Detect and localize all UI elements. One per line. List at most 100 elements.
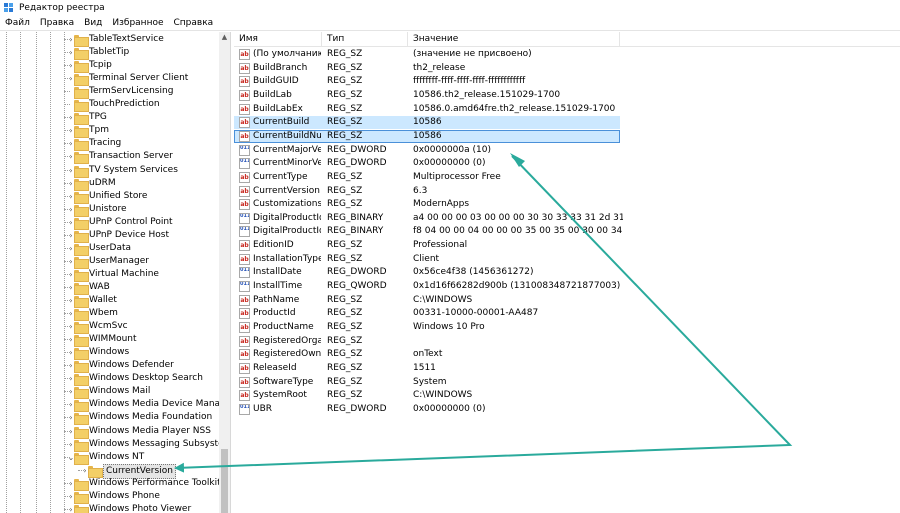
- tree-item[interactable]: › Tracing: [0, 137, 218, 152]
- tree-item[interactable]: › Windows Media Player NSS: [0, 425, 218, 439]
- tree-item[interactable]: › Terminal Server Client: [0, 72, 218, 87]
- tree-item[interactable]: › Windows Media Foundation: [0, 411, 218, 426]
- tree-item[interactable]: › TabletTip: [0, 46, 218, 61]
- tree-item[interactable]: › TV System Services: [0, 164, 218, 178]
- tree-item-currentversion[interactable]: › CurrentVersion: [0, 463, 218, 479]
- folder-icon: [74, 35, 89, 47]
- menu-item[interactable]: Справка: [169, 17, 219, 30]
- tree-item[interactable]: › Transaction Server: [0, 150, 218, 165]
- tree-item[interactable]: › TableTextService: [0, 33, 218, 47]
- value-row[interactable]: 0110UBR REG_DWORD 0x00000000 (0): [234, 403, 620, 416]
- menu-item[interactable]: Избранное: [107, 17, 168, 30]
- tree-scrollbar[interactable]: ▲: [219, 32, 230, 513]
- tree-item[interactable]: › TPG: [0, 111, 218, 126]
- tree-item-label: Windows Media Player NSS: [89, 425, 211, 436]
- tree-item-label: Windows NT: [89, 451, 145, 462]
- menu-item[interactable]: Правка: [35, 17, 79, 30]
- value-name-cell: CurrentBuildNu...: [253, 130, 321, 141]
- menu-item[interactable]: Файл: [0, 17, 35, 30]
- value-row[interactable]: ab BuildBranch REG_SZ th2_release: [234, 62, 620, 75]
- tree-item[interactable]: › WcmSvc: [0, 320, 218, 335]
- tree-item[interactable]: › Tpm: [0, 124, 218, 139]
- value-row[interactable]: ab BuildLabEx REG_SZ 10586.0.amd64fre.th2_r…: [234, 103, 620, 116]
- tree-item[interactable]: TouchPrediction: [0, 98, 218, 113]
- tree-item[interactable]: › WAB: [0, 281, 218, 295]
- value-row[interactable]: 0110CurrentMinorVe... REG_DWORD 0x00000000…: [234, 157, 620, 170]
- value-row[interactable]: abCurrentBuildNu... REG_SZ 10586: [234, 129, 620, 143]
- value-row[interactable]: ab CurrentType REG_SZ Multiprocessor Free: [234, 171, 620, 184]
- value-row[interactable]: ab BuildLab REG_SZ 10586.th2_release.151029…: [234, 89, 620, 102]
- value-row[interactable]: ab ProductName REG_SZ Windows 10 Pro: [234, 321, 620, 334]
- value-type-cell: REG_SZ: [327, 376, 363, 387]
- value-row[interactable]: ab CurrentBuild REG_SZ 10586: [234, 116, 620, 130]
- column-header-type[interactable]: Тип: [322, 32, 408, 47]
- value-row[interactable]: ab SystemRoot REG_SZ C:\WINDOWS: [234, 389, 620, 402]
- folder-icon: [74, 400, 89, 413]
- value-row[interactable]: ab ProductId REG_SZ 00331-10000-00001-AA487: [234, 307, 620, 320]
- value-row[interactable]: ab SoftwareType REG_SZ System: [234, 376, 620, 389]
- scroll-up-arrow-icon[interactable]: ▲: [219, 32, 230, 43]
- value-name-cell: PathName: [253, 294, 300, 305]
- value-row[interactable]: ab EditionID REG_SZ Professional: [234, 239, 620, 252]
- value-row[interactable]: 0110InstallTime REG_QWORD 0x1d16f66282d900…: [234, 280, 620, 293]
- value-row[interactable]: 0110CurrentMajorVe... REG_DWORD 0x0000000a…: [234, 144, 620, 157]
- tree-item[interactable]: › WIMMount: [0, 333, 218, 348]
- folder-icon: [74, 387, 89, 400]
- tree-item[interactable]: › Windows Photo Viewer: [0, 503, 218, 513]
- tree-item-label: UPnP Control Point: [89, 216, 173, 227]
- tree-item[interactable]: › Wallet: [0, 294, 218, 308]
- tree-item[interactable]: › Tcpip: [0, 59, 218, 74]
- string-value-icon: ab: [239, 349, 250, 361]
- tree-item[interactable]: ⌄ Windows NT: [0, 451, 218, 465]
- value-value-cell: 10586.th2_release.151029-1700: [413, 89, 561, 100]
- tree-item[interactable]: › Wbem: [0, 307, 218, 322]
- value-row[interactable]: ab Customizations REG_SZ ModernApps: [234, 198, 620, 211]
- tree-item[interactable]: › Windows Mail: [0, 385, 218, 400]
- value-row[interactable]: ab CurrentVersion REG_SZ 6.3: [234, 185, 620, 198]
- folder-icon: [74, 256, 89, 269]
- tree-item[interactable]: › Virtual Machine: [0, 268, 218, 282]
- value-row[interactable]: ab(По умолчанию) REG_SZ (значение не присв…: [234, 48, 620, 61]
- tree-connector: [64, 104, 70, 106]
- value-type-cell: REG_SZ: [327, 199, 363, 210]
- binary-value-icon: 0110: [239, 144, 250, 156]
- tree-item[interactable]: › Windows Phone: [0, 490, 218, 504]
- tree-item[interactable]: › UPnP Device Host: [0, 229, 218, 243]
- value-row[interactable]: ab BuildGUID REG_SZ ffffffff-ffff-ffff-ffff…: [234, 75, 620, 88]
- tree-item[interactable]: › uDRM: [0, 177, 218, 191]
- tree-item[interactable]: › Windows Desktop Search: [0, 372, 218, 387]
- folder-icon: [74, 478, 89, 491]
- string-value-icon: ab: [239, 253, 250, 265]
- value-row[interactable]: abRegisteredOrga... REG_SZ: [234, 335, 620, 348]
- tree-item-label: WAB: [89, 281, 110, 292]
- tree-item-label: Wallet: [89, 295, 117, 305]
- tree-item[interactable]: › Windows Media Device Manager: [0, 398, 230, 413]
- tree-item[interactable]: › Unistore: [0, 203, 218, 217]
- value-name-cell: InstallTime: [253, 281, 303, 292]
- value-row[interactable]: ab InstallationType REG_SZ Client: [234, 253, 620, 266]
- folder-icon: [74, 191, 89, 204]
- menu-item[interactable]: Вид: [79, 17, 107, 30]
- tree-item[interactable]: TermServLicensing: [0, 85, 218, 100]
- registry-values-list: Имя Тип Значение ab(По умолчанию)REG_SZ(…: [234, 32, 900, 513]
- value-row[interactable]: 0110InstallDate REG_DWORD 0x56ce4f38 (1456…: [234, 266, 620, 279]
- value-row[interactable]: abRegisteredOwner REG_SZ onText: [234, 348, 620, 361]
- value-name-cell: RegisteredOwner: [253, 349, 321, 360]
- scrollbar-thumb[interactable]: [221, 449, 228, 513]
- column-header-value[interactable]: Значение: [408, 32, 620, 47]
- tree-item[interactable]: › Unified Store: [0, 190, 218, 204]
- tree-item[interactable]: › Windows Messaging Subsystem: [0, 438, 230, 452]
- value-row[interactable]: ab PathName REG_SZ C:\WINDOWS: [234, 294, 620, 307]
- tree-item[interactable]: › Windows: [0, 346, 218, 361]
- value-row[interactable]: 0110DigitalProductId4 REG_BINARY f8 04 00 …: [234, 225, 623, 238]
- value-row[interactable]: ab ReleaseId REG_SZ 1511: [234, 362, 620, 375]
- value-type-cell: REG_DWORD: [327, 403, 387, 414]
- tree-item[interactable]: › Windows Performance Toolkit: [0, 477, 221, 491]
- tree-item[interactable]: › UserData: [0, 242, 218, 256]
- value-row[interactable]: 0110DigitalProductId REG_BINARY a4 00 00 0…: [234, 212, 623, 225]
- tree-item[interactable]: › UPnP Control Point: [0, 216, 218, 230]
- tree-item[interactable]: › UserManager: [0, 255, 218, 269]
- column-header-name[interactable]: Имя: [234, 32, 322, 47]
- tree-item[interactable]: › Windows Defender: [0, 359, 218, 374]
- value-type-cell: REG_SZ: [327, 171, 363, 182]
